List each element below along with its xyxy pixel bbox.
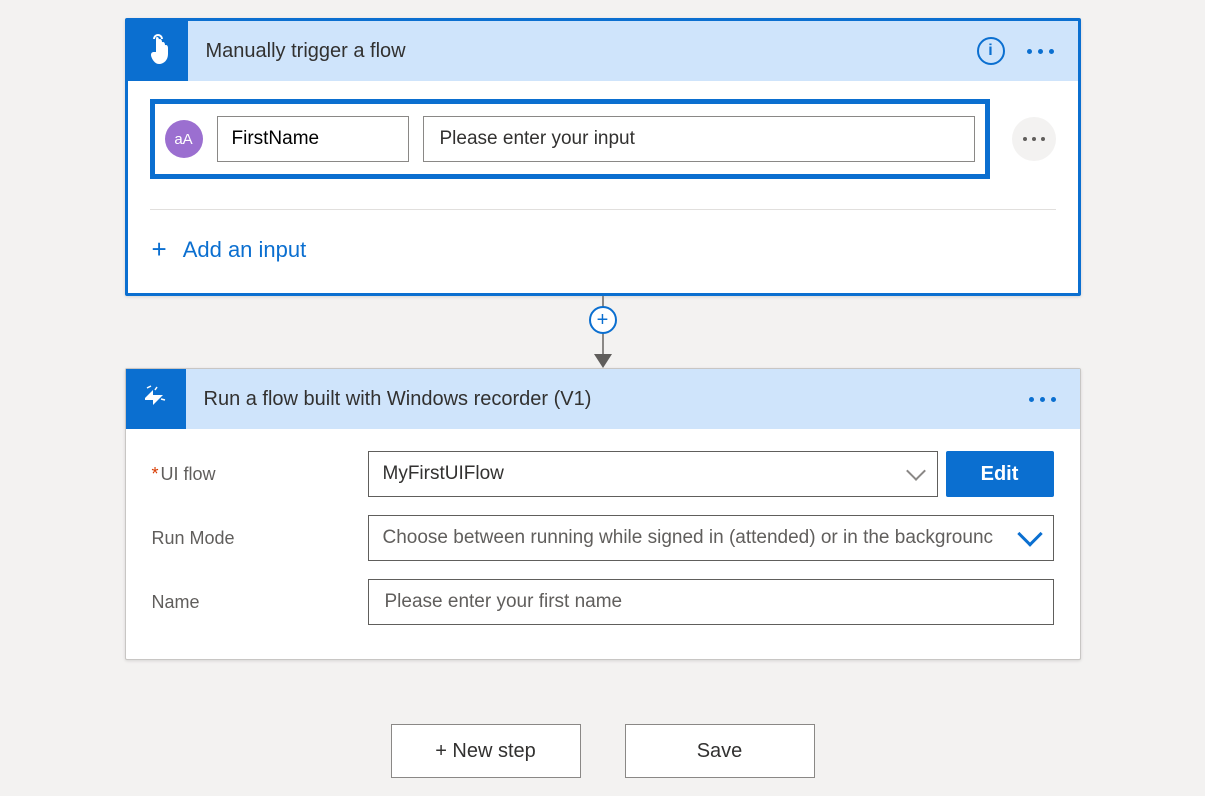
runmode-label: Run Mode — [152, 528, 368, 549]
input-row-highlight: aA — [150, 99, 990, 179]
name-row: Name — [152, 579, 1054, 625]
trigger-title: Manually trigger a flow — [188, 40, 977, 63]
trigger-body: aA + Add an input — [128, 81, 1078, 293]
manual-trigger-icon — [128, 21, 188, 81]
ui-flow-icon — [126, 369, 186, 429]
add-input-label: Add an input — [183, 237, 307, 263]
action-body: *UI flow MyFirstUIFlow Edit Run Mode Cho… — [126, 429, 1080, 659]
uiflow-row: *UI flow MyFirstUIFlow Edit — [152, 451, 1054, 497]
action-header[interactable]: Run a flow built with Windows recorder (… — [126, 369, 1080, 429]
name-input[interactable] — [383, 580, 1039, 624]
uiflow-value: MyFirstUIFlow — [383, 463, 504, 485]
input-description-field[interactable] — [423, 116, 975, 162]
input-row-more-icon[interactable] — [1012, 117, 1056, 161]
input-name-field[interactable] — [217, 116, 409, 162]
trigger-header[interactable]: Manually trigger a flow i — [128, 21, 1078, 81]
runmode-placeholder: Choose between running while signed in (… — [383, 527, 994, 549]
name-label: Name — [152, 592, 368, 613]
runmode-row: Run Mode Choose between running while si… — [152, 515, 1054, 561]
connector: + — [125, 296, 1081, 368]
add-input-button[interactable]: + Add an input — [150, 228, 309, 271]
action-card: Run a flow built with Windows recorder (… — [125, 368, 1081, 660]
edit-button[interactable]: Edit — [946, 451, 1054, 497]
chevron-down-icon — [1021, 533, 1039, 543]
action-more-icon[interactable] — [1025, 391, 1060, 408]
uiflow-label: *UI flow — [152, 464, 368, 485]
chevron-down-icon — [909, 470, 923, 478]
info-icon[interactable]: i — [977, 37, 1005, 65]
uiflow-select[interactable]: MyFirstUIFlow — [368, 451, 938, 497]
trigger-card: Manually trigger a flow i aA — [125, 18, 1081, 296]
new-step-button[interactable]: + New step — [391, 724, 581, 778]
action-title: Run a flow built with Windows recorder (… — [186, 388, 1025, 411]
text-type-icon: aA — [165, 120, 203, 158]
add-step-inline-icon[interactable]: + — [589, 306, 617, 334]
runmode-select[interactable]: Choose between running while signed in (… — [368, 515, 1054, 561]
flow-canvas: Manually trigger a flow i aA — [0, 0, 1205, 796]
arrow-down-icon — [594, 354, 612, 368]
footer-buttons: + New step Save — [0, 724, 1205, 778]
trigger-more-icon[interactable] — [1023, 43, 1058, 60]
name-input-wrap — [368, 579, 1054, 625]
save-button[interactable]: Save — [625, 724, 815, 778]
plus-icon: + — [152, 234, 167, 265]
divider — [150, 209, 1056, 210]
